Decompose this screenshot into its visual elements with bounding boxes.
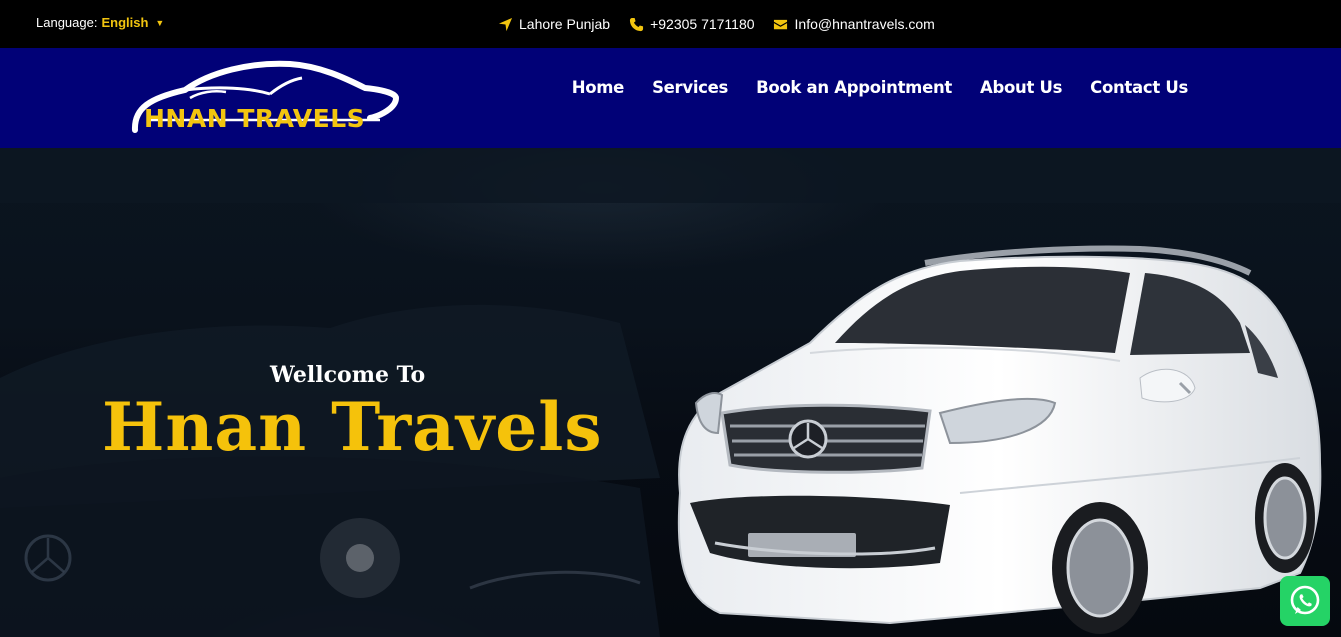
top-bar: Language: English ▼ Lahore Punjab +92305… [0,0,1341,48]
whatsapp-button[interactable] [1280,576,1330,626]
nav-services[interactable]: Services [652,78,728,97]
primary-menu: Home Services Book an Appointment About … [544,78,1189,97]
language-selector[interactable]: Language: English ▼ [36,15,164,30]
white-suv-image [677,245,1322,634]
phone-icon [628,16,644,32]
email-info[interactable]: Info@hnantravels.com [773,16,935,32]
email-text[interactable]: Info@hnantravels.com [795,16,935,32]
whatsapp-icon [1290,585,1320,615]
contact-info: Lahore Punjab +92305 7171180 Info@hnantr… [497,16,953,32]
hero-title: Hnan Travels [102,388,603,466]
nav-home[interactable]: Home [572,78,625,97]
nav-contact-us[interactable]: Contact Us [1090,78,1188,97]
main-navbar: HNAN TRAVELS Home Services Book an Appoi… [0,48,1341,148]
phone-info[interactable]: +92305 7171180 [628,16,755,32]
brand-name: HNAN TRAVELS [144,104,366,133]
chevron-down-icon[interactable]: ▼ [155,18,164,28]
location-info: Lahore Punjab [497,16,610,32]
nav-about-us[interactable]: About Us [980,78,1062,97]
location-arrow-icon [497,16,513,32]
phone-text[interactable]: +92305 7171180 [650,16,754,32]
language-label: Language: [36,15,98,30]
hero-banner: Wellcome To Hnan Travels [0,148,1341,637]
envelope-icon [773,16,789,32]
location-text: Lahore Punjab [519,16,611,32]
nav-book-appointment[interactable]: Book an Appointment [756,78,952,97]
brand-logo[interactable]: HNAN TRAVELS [130,58,400,136]
hero-welcome-text: Wellcome To [270,362,426,388]
language-value[interactable]: English [101,15,148,30]
